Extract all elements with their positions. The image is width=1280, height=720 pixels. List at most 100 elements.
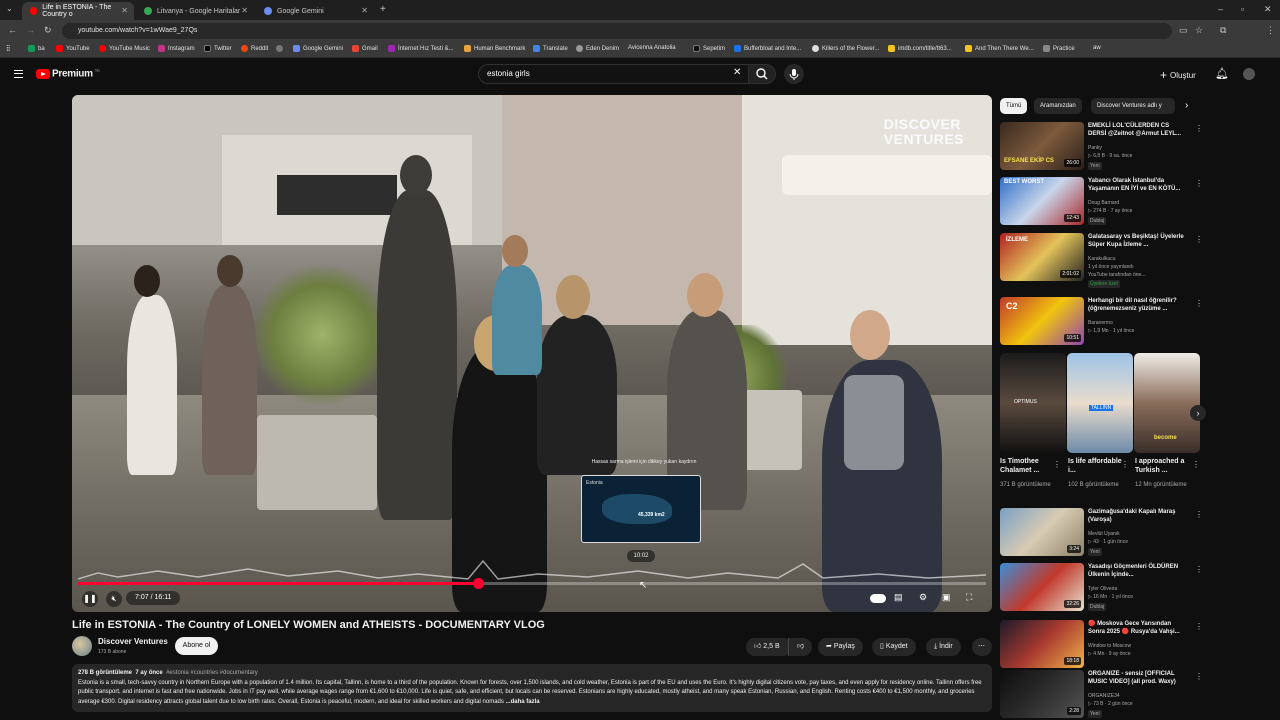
bookmark-item[interactable]: Reddit — [241, 45, 268, 52]
brand-name[interactable]: Premium TR — [52, 68, 100, 79]
more-vert-icon[interactable]: ⋮ — [1195, 672, 1203, 681]
bookmark-item[interactable]: YouTube — [56, 45, 90, 52]
bookmark-item[interactable]: Killers of the Flower... — [812, 45, 879, 52]
bookmark-item[interactable]: Sepetim — [693, 45, 725, 52]
chip-channel[interactable]: Discover Ventures adlı y — [1091, 98, 1175, 114]
bookmark-item[interactable]: ba — [28, 45, 45, 52]
more-vert-icon[interactable]: ⋮ — [1195, 124, 1203, 133]
bookmark-item[interactable]: Human Benchmark — [464, 45, 525, 52]
url-field[interactable]: youtube.com/watch?v=1wWae9_27Qs — [62, 23, 1172, 39]
recommended-video[interactable]: 3:24 Gazimağusa'daki Kapalı Maraş (Varoş… — [1000, 508, 1210, 560]
close-icon[interactable]: ✕ — [361, 6, 368, 15]
install-icon[interactable]: ▭ — [1179, 25, 1188, 36]
bookmark-item[interactable]: Google Gemini — [293, 45, 343, 52]
account-avatar[interactable] — [1243, 68, 1255, 80]
bookmark-star-icon[interactable]: ☆ — [1195, 25, 1203, 36]
create-button[interactable]: + Oluştur — [1160, 68, 1196, 82]
recommended-video[interactable]: C2 10:51 Herhangi bir dil nasıl öğrenili… — [1000, 297, 1210, 349]
shorts-next-icon[interactable]: › — [1190, 405, 1206, 421]
recommended-video[interactable]: BEST WORST 12:43 Yabancı Olarak İstanbul… — [1000, 177, 1210, 229]
bookmark-item[interactable]: Gmail — [352, 45, 378, 52]
bookmark-item[interactable]: aw — [1093, 45, 1101, 51]
more-vert-icon[interactable]: ⋮ — [1192, 460, 1200, 469]
recommended-video[interactable]: 2:28 ORGANIZE - sensiz [OFFICIAL MUSIC V… — [1000, 670, 1210, 718]
voice-search-button[interactable] — [784, 64, 804, 84]
fullscreen-icon[interactable]: ⛶ — [966, 592, 972, 603]
more-vert-icon[interactable]: ⋮ — [1121, 460, 1129, 469]
reload-icon[interactable]: ↻ — [44, 25, 52, 36]
chevron-right-icon[interactable]: › — [1185, 100, 1188, 111]
more-vert-icon[interactable]: ⋮ — [1195, 510, 1203, 519]
minimize-icon[interactable]: – — [1218, 4, 1223, 14]
hashtags[interactable]: #estonia #countries #documentary — [166, 670, 258, 676]
bookmark-item[interactable]: And Then There We... — [965, 45, 1034, 52]
mute-icon[interactable]: 🔇︎ — [106, 591, 122, 607]
more-vert-icon[interactable]: ⋮ — [1053, 460, 1061, 469]
more-vert-icon[interactable]: ⋮ — [1195, 622, 1203, 631]
close-icon[interactable]: ✕ — [121, 6, 128, 15]
more-vert-icon[interactable]: ⋮ — [1195, 235, 1203, 244]
tab-gemini[interactable]: Google Gemini ✕ — [256, 2, 374, 20]
short-thumbnail[interactable]: TALLINN — [1067, 353, 1133, 453]
more-vert-icon[interactable]: ⋮ — [1195, 565, 1203, 574]
tab-maps[interactable]: Litvanya - Google Haritalar ✕ — [136, 2, 254, 20]
scrubber-knob[interactable] — [472, 578, 484, 589]
more-actions-button[interactable]: ⋯ — [972, 638, 992, 656]
subtitles-icon[interactable]: ▤ — [894, 592, 903, 603]
bookmark-item[interactable]: Avicenna Anatolia — [628, 45, 676, 51]
more-vert-icon[interactable]: ⋮ — [1195, 179, 1203, 188]
download-button[interactable]: ⤓ İndir — [926, 638, 961, 656]
recommended-video[interactable]: EFSANE EKİP CS 26:00 EMEKLİ LOL'CÜLERDEN… — [1000, 122, 1210, 174]
like-button[interactable]: 👍︎ 2,5 B — [746, 638, 792, 656]
dislike-button[interactable]: 👎︎ — [788, 638, 812, 656]
bookmark-item[interactable]: Instagram — [158, 45, 195, 52]
short-thumbnail[interactable]: OPTIMUS — [1000, 353, 1066, 453]
bookmark-item[interactable]: imdb.com/title/tt63... — [888, 45, 952, 52]
back-icon[interactable]: ← — [8, 25, 17, 35]
maximize-icon[interactable]: ▫ — [1241, 4, 1244, 14]
new-tab-icon[interactable]: + — [380, 4, 386, 15]
channel-avatar[interactable] — [72, 636, 92, 656]
video-player[interactable]: DISCOVER VENTURES Hassas sarma işlemi iç… — [72, 95, 992, 612]
chrome-menu-icon[interactable]: ⋮ — [1266, 25, 1275, 36]
subscribe-button[interactable]: Abone ol — [175, 637, 218, 655]
pause-icon[interactable]: ❚❚ — [82, 591, 98, 607]
recommended-video[interactable]: 32:26 Yasadışı Göçmenleri ÖLDÜREN Ülkeni… — [1000, 563, 1210, 615]
show-more-link[interactable]: ...daha fazla — [506, 699, 540, 705]
settings-gear-icon[interactable]: ⚙ — [919, 592, 927, 603]
chip-all[interactable]: Tümü — [1000, 98, 1028, 114]
guide-menu-icon[interactable] — [14, 70, 23, 78]
apps-icon[interactable]: ⣿ — [6, 45, 10, 52]
bookmark-item[interactable]: Practice — [1043, 45, 1075, 52]
chip-from-search[interactable]: Aramanızdan — [1034, 98, 1082, 114]
bookmark-item[interactable]: Translate — [533, 45, 568, 52]
more-vert-icon[interactable]: ⋮ — [1195, 299, 1203, 308]
share-button[interactable]: ➦ Paylaş — [818, 638, 863, 656]
bookmark-item[interactable]: YouTube Music — [99, 45, 150, 52]
miniplayer-icon[interactable]: ▣ — [942, 592, 951, 603]
notifications-bell-icon[interactable]: 🔔︎ — [1215, 67, 1229, 80]
window-close-icon[interactable]: ✕ — [1264, 4, 1272, 15]
search-input[interactable]: estonia girls — [478, 64, 750, 84]
description-box[interactable]: 278 B görüntüleme 7 ay önce #estonia #co… — [72, 664, 992, 712]
youtube-logo-icon[interactable] — [36, 69, 50, 79]
tab-active[interactable]: Life in ESTONIA - The Country o ✕ — [22, 2, 134, 20]
close-icon[interactable]: ✕ — [241, 6, 248, 15]
bookmark-item[interactable]: Twitter — [204, 45, 232, 52]
bookmark-item[interactable] — [276, 45, 286, 52]
bookmark-item[interactable]: Eden Denim — [576, 45, 619, 52]
extensions-icon[interactable]: ⧉ — [1220, 25, 1226, 36]
clear-search-icon[interactable]: ✕ — [733, 67, 741, 78]
short-thumbnail[interactable]: become — [1134, 353, 1200, 453]
tab-search-icon[interactable]: ⌄ — [6, 4, 13, 13]
recommended-video[interactable]: İZLEME 2:01:02 Galatasaray vs Beşiktaş! … — [1000, 233, 1210, 293]
progress-bar[interactable] — [78, 578, 986, 589]
bookmark-item[interactable]: İnternet Hız Testi &... — [388, 45, 454, 52]
save-button[interactable]: ▯ Kaydet — [872, 638, 916, 656]
channel-name[interactable]: Discover Ventures — [98, 637, 168, 646]
autoplay-toggle[interactable] — [870, 594, 886, 603]
recommended-video[interactable]: 18:18 🔴 Moskova Gece Yarısından Sonra 20… — [1000, 620, 1210, 668]
search-button[interactable] — [748, 64, 776, 84]
forward-icon[interactable]: → — [26, 25, 35, 35]
bookmark-item[interactable]: Bufferbloat and Inte... — [734, 45, 801, 52]
